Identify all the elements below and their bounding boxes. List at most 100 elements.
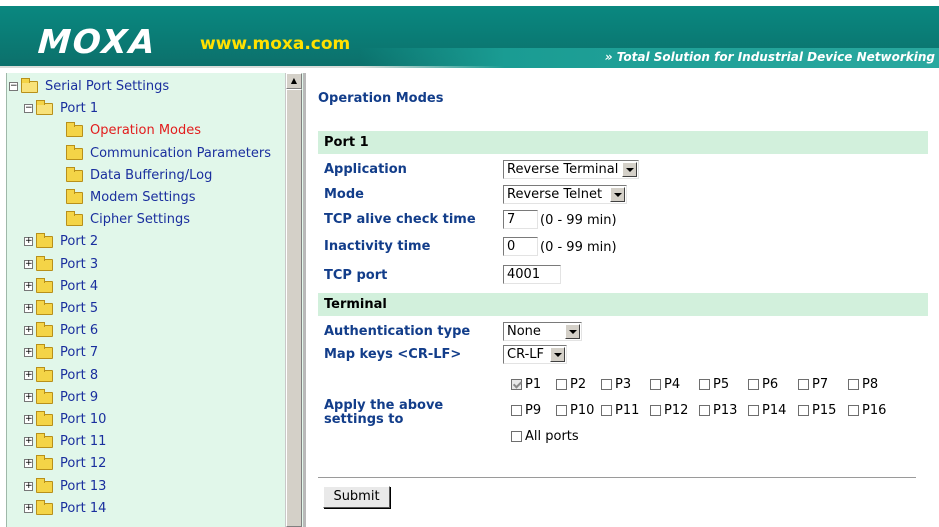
expand-icon[interactable]: + bbox=[24, 459, 33, 469]
sidebar-item-label: Port 4 bbox=[60, 278, 99, 294]
checkbox-box[interactable] bbox=[556, 405, 567, 416]
sidebar-item-modem-settings[interactable]: Modem Settings bbox=[7, 187, 297, 209]
port-checkbox-p4[interactable]: P4 bbox=[650, 377, 696, 393]
tcp-port-input[interactable]: 4001 bbox=[503, 265, 561, 284]
port-checkbox-p9[interactable]: P9 bbox=[511, 403, 557, 419]
collapse-icon[interactable]: − bbox=[24, 104, 33, 114]
scroll-thumb[interactable] bbox=[286, 89, 302, 527]
port-checkbox-p8[interactable]: P8 bbox=[848, 377, 894, 393]
port-checkbox-p3[interactable]: P3 bbox=[601, 377, 647, 393]
sidebar-item-port-7[interactable]: + Port 7 bbox=[7, 342, 297, 364]
sidebar-item-serial-port-settings[interactable]: − Serial Port Settings bbox=[7, 76, 297, 98]
expand-icon[interactable]: + bbox=[24, 326, 33, 336]
port-checkbox-p11[interactable]: P11 bbox=[601, 403, 647, 419]
expand-icon[interactable]: + bbox=[24, 437, 33, 447]
sidebar-item-port-11[interactable]: + Port 11 bbox=[7, 431, 297, 453]
folder-open-icon bbox=[21, 78, 38, 93]
sidebar-item-data-buffering-log[interactable]: Data Buffering/Log bbox=[7, 165, 297, 187]
sidebar-item-port-3[interactable]: + Port 3 bbox=[7, 254, 297, 276]
port-checkbox-p13[interactable]: P13 bbox=[699, 403, 745, 419]
port-checkbox-p10[interactable]: P10 bbox=[556, 403, 602, 419]
checkbox-box[interactable] bbox=[798, 379, 809, 390]
sidebar-item-port-13[interactable]: + Port 13 bbox=[7, 476, 297, 498]
checkbox-box[interactable] bbox=[798, 405, 809, 416]
folder-icon bbox=[36, 366, 53, 382]
checkbox-box[interactable] bbox=[848, 379, 859, 390]
collapse-icon[interactable]: − bbox=[9, 82, 18, 91]
chevron-down-icon[interactable] bbox=[550, 347, 565, 362]
header-banner: MOXA www.moxa.com » Total Solution for I… bbox=[0, 0, 939, 68]
chevron-down-icon[interactable] bbox=[565, 324, 580, 339]
sidebar-item-port-12[interactable]: + Port 12 bbox=[7, 453, 297, 475]
sidebar-item-port-9[interactable]: + Port 9 bbox=[7, 387, 297, 409]
map-keys-select[interactable]: CR-LF bbox=[503, 345, 567, 364]
sidebar-item-port-5[interactable]: + Port 5 bbox=[7, 298, 297, 320]
expand-icon[interactable]: + bbox=[24, 503, 33, 513]
sidebar-item-port-4[interactable]: + Port 4 bbox=[7, 276, 297, 298]
port-checkbox-label: P8 bbox=[862, 377, 879, 392]
port-checkbox-p2[interactable]: P2 bbox=[556, 377, 602, 393]
expand-icon[interactable]: + bbox=[24, 237, 33, 247]
port-checkbox-p6[interactable]: P6 bbox=[748, 377, 794, 393]
sidebar-item-port-2[interactable]: + Port 2 bbox=[7, 231, 297, 253]
page-title: Operation Modes bbox=[318, 91, 444, 106]
checkbox-box[interactable] bbox=[511, 405, 522, 416]
checkbox-box[interactable] bbox=[650, 379, 661, 390]
expand-icon[interactable]: + bbox=[24, 481, 33, 491]
port-checkbox-p14[interactable]: P14 bbox=[748, 403, 794, 419]
folder-icon bbox=[36, 255, 53, 271]
checkbox-box[interactable] bbox=[556, 379, 567, 390]
checkbox-box[interactable] bbox=[511, 431, 522, 442]
sidebar-item-port-6[interactable]: + Port 6 bbox=[7, 320, 297, 342]
expand-icon[interactable]: + bbox=[24, 281, 33, 291]
sidebar-scrollbar[interactable]: ▲ bbox=[285, 73, 302, 527]
application-select[interactable]: Reverse Terminal bbox=[503, 160, 639, 179]
folder-icon bbox=[36, 499, 53, 515]
expand-icon[interactable]: + bbox=[24, 415, 33, 424]
chevron-down-icon[interactable] bbox=[622, 162, 637, 177]
port-checkbox-p1[interactable]: P1 bbox=[511, 377, 557, 393]
checkbox-box[interactable] bbox=[748, 379, 759, 390]
chevron-down-icon[interactable] bbox=[610, 187, 625, 202]
submit-button[interactable]: Submit bbox=[323, 486, 390, 508]
all-ports-checkbox[interactable]: All ports bbox=[511, 429, 591, 445]
sidebar-tree: − Serial Port Settings − Port 1 Operation Mo… bbox=[6, 73, 304, 527]
application-value: Reverse Terminal bbox=[507, 162, 619, 177]
mode-select[interactable]: Reverse Telnet bbox=[503, 185, 627, 204]
port-checkbox-p7[interactable]: P7 bbox=[798, 377, 844, 393]
port-checkbox-p16[interactable]: P16 bbox=[848, 403, 894, 419]
expand-icon[interactable]: + bbox=[24, 259, 33, 269]
checkbox-box[interactable] bbox=[748, 405, 759, 416]
checkbox-box[interactable] bbox=[601, 405, 612, 416]
sidebar-item-port-14[interactable]: + Port 14 bbox=[7, 498, 297, 520]
expand-icon[interactable]: + bbox=[24, 370, 33, 380]
expand-icon[interactable]: + bbox=[24, 304, 33, 313]
auth-type-select[interactable]: None bbox=[503, 322, 582, 341]
port-checkbox-label: P15 bbox=[812, 403, 837, 418]
sidebar-item-port-8[interactable]: + Port 8 bbox=[7, 365, 297, 387]
sidebar-item-label: Port 11 bbox=[60, 434, 107, 450]
checkbox-box[interactable] bbox=[650, 405, 661, 416]
inactivity-input[interactable]: 0 bbox=[503, 237, 538, 256]
port-checkbox-p5[interactable]: P5 bbox=[699, 377, 745, 393]
sidebar-item-communication-parameters[interactable]: Communication Parameters bbox=[7, 143, 297, 165]
port-checkbox-p12[interactable]: P12 bbox=[650, 403, 696, 419]
folder-icon bbox=[36, 322, 53, 338]
checkbox-box[interactable] bbox=[699, 379, 710, 390]
expand-icon[interactable]: + bbox=[24, 392, 33, 402]
sidebar-item-label: Port 13 bbox=[60, 478, 107, 494]
sidebar-item-port-10[interactable]: + Port 10 bbox=[7, 409, 297, 431]
checkbox-box[interactable] bbox=[848, 405, 859, 416]
sidebar-item-port-1[interactable]: − Port 1 bbox=[7, 98, 297, 120]
expand-icon[interactable]: + bbox=[24, 348, 33, 358]
tcp-alive-input[interactable]: 7 bbox=[503, 210, 538, 229]
checkbox-box[interactable] bbox=[601, 379, 612, 390]
scroll-up-arrow-icon[interactable]: ▲ bbox=[286, 73, 302, 89]
sidebar-item-cipher-settings[interactable]: Cipher Settings bbox=[7, 209, 297, 231]
sidebar-item-operation-modes[interactable]: Operation Modes bbox=[7, 120, 297, 142]
sidebar-item-label: Port 5 bbox=[60, 301, 99, 316]
checkbox-box[interactable] bbox=[699, 405, 710, 416]
checkbox-box[interactable] bbox=[511, 379, 522, 390]
port-checkbox-p15[interactable]: P15 bbox=[798, 403, 844, 419]
port-checkbox-label: P12 bbox=[664, 403, 689, 418]
